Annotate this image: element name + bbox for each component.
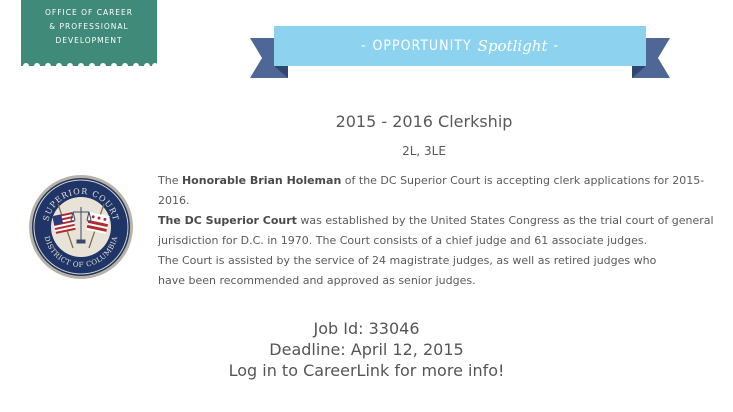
intro-pre: The	[158, 174, 182, 187]
office-logo-scallop	[21, 58, 157, 69]
banner-dash-right: -	[553, 38, 560, 54]
court-name: The DC Superior Court	[158, 214, 297, 227]
intro-paragraph: The Honorable Brian Holeman of the DC Su…	[158, 171, 723, 211]
job-eligibility: 2L, 3LE	[402, 144, 446, 158]
opportunity-spotlight-banner: - OPPORTUNITY Spotlight -	[248, 22, 672, 82]
court-desc-line3: The Court is assisted by the service of …	[158, 254, 657, 267]
office-logo-line2: & PROFESSIONAL	[49, 22, 129, 31]
banner-dash-left: -	[360, 38, 367, 54]
office-logo-line3: DEVELOPMENT	[55, 36, 123, 45]
court-desc-line4: have been recommended and approved as se…	[158, 274, 476, 287]
job-title: 2015 - 2016 Clerkship	[335, 112, 513, 131]
job-footer: Job Id: 33046 Deadline: April 12, 2015 L…	[0, 318, 733, 381]
court-desc-line1: was established by the United States Con…	[296, 214, 714, 227]
court-description: The DC Superior Court was established by…	[158, 211, 723, 291]
careerlink-cta: Log in to CareerLink for more info!	[228, 361, 505, 380]
banner-text: - OPPORTUNITY Spotlight -	[274, 26, 646, 66]
office-logo: OFFICE OF CAREER & PROFESSIONAL DEVELOPM…	[21, 0, 157, 66]
deadline: Deadline: April 12, 2015	[269, 340, 464, 359]
banner-spotlight: Spotlight	[477, 37, 548, 55]
banner-word: OPPORTUNITY	[372, 38, 472, 54]
judge-name: Honorable Brian Holeman	[181, 174, 342, 187]
superior-court-seal: SUPERIOR COURT DISTRICT OF COLUMBIA	[29, 175, 133, 279]
office-logo-line1: OFFICE OF CAREER	[45, 8, 133, 17]
job-id: Job Id: 33046	[313, 319, 420, 338]
court-desc-line2: jurisdiction for D.C. in 1970. The Court…	[158, 234, 648, 247]
